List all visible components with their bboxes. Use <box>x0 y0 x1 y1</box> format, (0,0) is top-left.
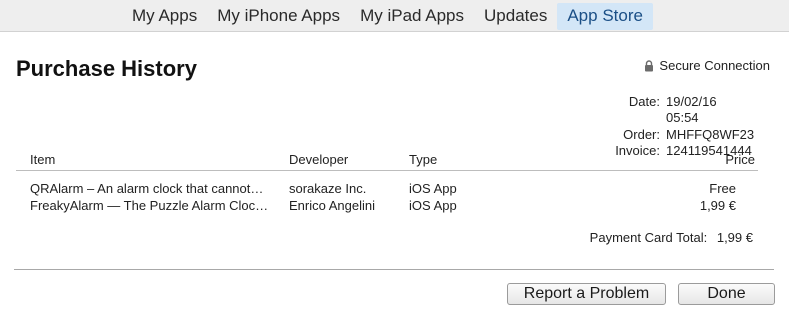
table-row: QRAlarm – An alarm clock that cannot… so… <box>16 181 758 198</box>
payment-total: Payment Card Total: 1,99 € <box>590 230 753 245</box>
row-price: 1,99 € <box>699 197 736 213</box>
footer-divider <box>14 269 774 270</box>
column-header-item: Item <box>30 152 56 167</box>
column-header-price: Price <box>725 152 755 167</box>
purchase-meta: Date: 19/02/16 05:54 Order: MHFFQ8WF23 I… <box>580 94 755 159</box>
table-row: FreakyAlarm — The Puzzle Alarm Cloc… Enr… <box>16 198 758 215</box>
page-title: Purchase History <box>16 56 197 81</box>
meta-order-row: Order: MHFFQ8WF23 <box>580 126 755 143</box>
order-value: MHFFQ8WF23 <box>666 126 755 142</box>
top-navigation-bar: My Apps My iPhone Apps My iPad Apps Upda… <box>0 0 789 32</box>
tab-updates[interactable]: Updates <box>474 3 557 30</box>
tab-app-store[interactable]: App Store <box>557 3 653 30</box>
tab-my-ipad-apps[interactable]: My iPad Apps <box>350 3 474 30</box>
payment-total-label: Payment Card Total: <box>589 230 708 245</box>
tab-my-apps[interactable]: My Apps <box>122 3 207 30</box>
row-type: iOS App <box>409 181 457 196</box>
purchase-table-body: QRAlarm – An alarm clock that cannot… so… <box>16 181 758 214</box>
tab-my-iphone-apps[interactable]: My iPhone Apps <box>207 3 350 30</box>
date-label: Date: <box>628 94 660 109</box>
lock-icon <box>644 59 654 72</box>
row-type: iOS App <box>409 197 457 213</box>
table-header: Item Developer Type Price <box>16 152 758 171</box>
row-item-name[interactable]: QRAlarm – An alarm clock that cannot… <box>30 181 280 198</box>
row-item-name[interactable]: FreakyAlarm — The Puzzle Alarm Cloc… <box>30 198 280 215</box>
nav-tabs: My Apps My iPhone Apps My iPad Apps Upda… <box>122 3 653 30</box>
report-a-problem-button[interactable]: Report a Problem <box>507 283 666 305</box>
row-price: Free <box>709 181 736 196</box>
column-header-type: Type <box>409 152 438 167</box>
column-header-developer: Developer <box>289 152 349 167</box>
row-developer: sorakaze Inc. <box>289 181 367 196</box>
meta-date-row: Date: 19/02/16 05:54 <box>580 94 752 127</box>
done-button[interactable]: Done <box>678 283 775 305</box>
secure-connection-label: Secure Connection <box>659 58 770 73</box>
secure-connection-indicator: Secure Connection <box>644 58 770 73</box>
payment-total-value: 1,99 € <box>716 230 753 245</box>
order-label: Order: <box>623 126 660 142</box>
date-value: 19/02/16 05:54 <box>666 94 717 126</box>
row-developer: Enrico Angelini <box>289 197 375 213</box>
